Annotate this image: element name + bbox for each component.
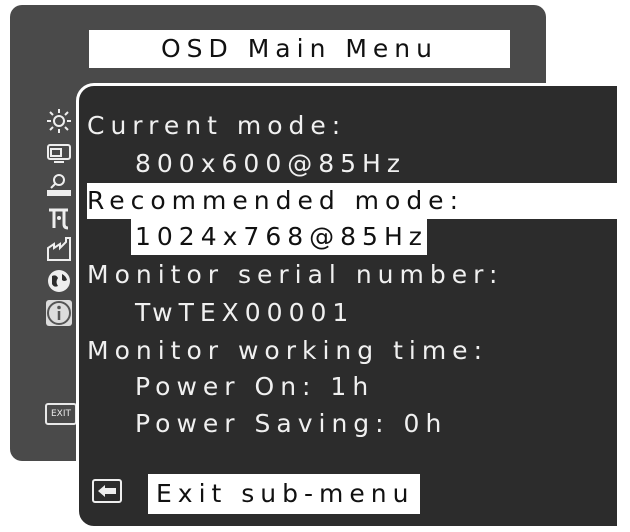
current-mode-value: 800x600@85Hz [135,149,406,178]
recommended-mode-label: Recommended mode: [87,186,464,215]
recommended-mode-value: 1024x768@85Hz [135,222,428,251]
display-size-icon[interactable] [46,140,72,166]
osd-title-bar: OSD Main Menu [89,30,510,68]
brightness-icon[interactable] [46,108,72,134]
information-icon[interactable] [46,300,72,326]
language-globe-icon[interactable] [46,268,72,294]
serial-number-label: Monitor serial number: [87,260,504,289]
working-time-label: Monitor working time: [87,336,488,365]
power-saving-time: Power Saving: 0h [135,409,448,438]
power-on-time: Power On: 1h [135,372,375,401]
back-arrow-icon[interactable] [92,479,122,503]
color-icon[interactable] [46,204,72,230]
adjust-icon[interactable] [46,172,72,198]
exit-submenu-button[interactable]: Exit sub-menu [148,474,421,514]
factory-icon[interactable] [46,236,72,262]
serial-number-value: TwTEX00001 [135,298,355,327]
exit-icon[interactable]: EXIT [45,403,77,425]
current-mode-label: Current mode: [87,111,347,140]
